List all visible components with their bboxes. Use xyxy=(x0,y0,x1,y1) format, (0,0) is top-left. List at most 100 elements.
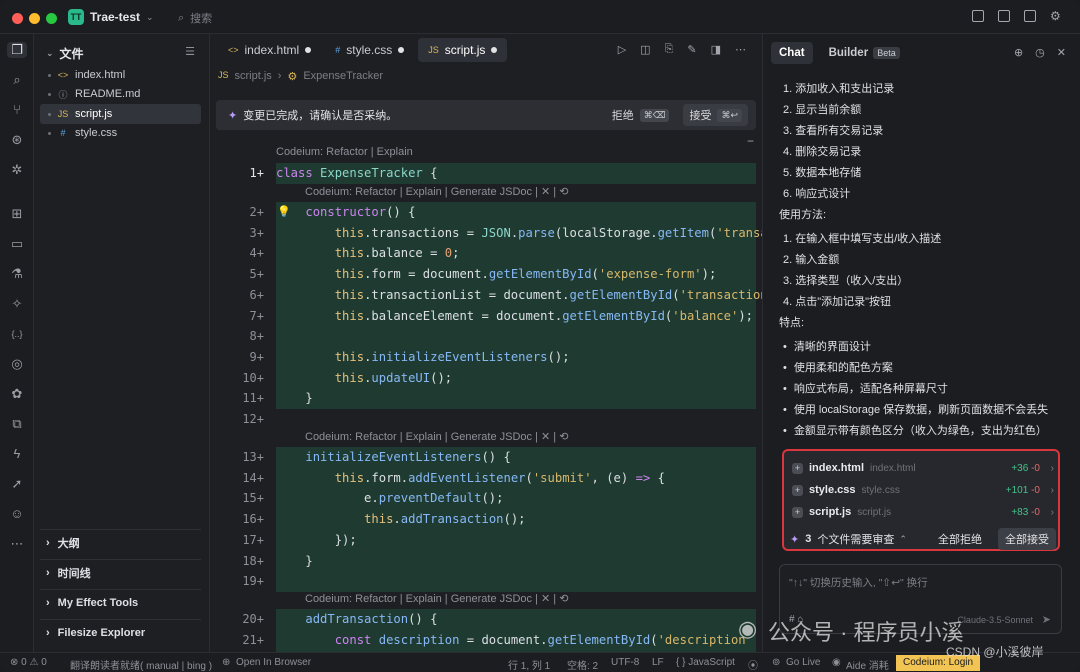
html-file-icon: <> xyxy=(57,70,69,80)
problems-indicator[interactable]: ⊗ 0 ⚠ 0 xyxy=(10,657,47,668)
breadcrumb-file[interactable]: script.js xyxy=(235,70,272,83)
aide-usage[interactable]: Aide 消耗 xyxy=(846,657,889,672)
more-actions-icon[interactable]: ⋯ xyxy=(735,43,746,56)
feature-item: 2. 显示当前余额 xyxy=(783,104,862,116)
chevron-down-icon[interactable]: ⌄ xyxy=(46,48,54,59)
project-switcher[interactable]: TT Trae-test ⌄ xyxy=(68,9,154,25)
line-number: 10+ xyxy=(242,370,264,385)
run-icon[interactable]: ▷ xyxy=(618,43,626,56)
deleted-lines: -0 xyxy=(1031,484,1040,496)
explorer-settings-icon[interactable]: ☰ xyxy=(185,45,195,58)
compare-icon[interactable]: ⎘ xyxy=(665,43,674,56)
open-browser-button[interactable]: Open In Browser xyxy=(236,657,311,668)
split-editor-icon[interactable]: ◨ xyxy=(711,43,721,56)
line-ending[interactable]: LF xyxy=(652,657,664,668)
toggle-panel-icon[interactable] xyxy=(998,10,1010,22)
lightning-icon[interactable]: ϟ xyxy=(9,446,25,462)
review-file-row[interactable]: + style.css style.css +101 -0 › xyxy=(792,481,1054,499)
plugin-icon[interactable]: ✿ xyxy=(9,386,25,402)
search-files-icon[interactable]: ⌕ xyxy=(9,72,25,88)
toggle-sidebar-icon[interactable] xyxy=(972,10,984,22)
tab-chat[interactable]: Chat xyxy=(771,42,813,64)
chevron-right-icon: › xyxy=(46,566,50,579)
close-window-button[interactable] xyxy=(12,13,23,24)
tool-icon[interactable]: ⧉ xyxy=(9,416,25,432)
review-label[interactable]: 个文件需要审查 xyxy=(817,531,894,547)
codelens[interactable]: Codeium: Refactor | Explain | Generate J… xyxy=(305,185,568,201)
edit-icon[interactable]: ✎ xyxy=(687,43,696,56)
extensions-icon[interactable]: ⊞ xyxy=(9,206,25,222)
toggle-aux-sidebar-icon[interactable] xyxy=(1024,10,1036,22)
rocket-icon[interactable]: ➚ xyxy=(9,476,25,492)
file-item[interactable]: ⓘ README.md xyxy=(40,84,201,104)
codelens[interactable]: Codeium: Refactor | Explain xyxy=(276,146,413,162)
codelens[interactable]: Codeium: Refactor | Explain | Generate J… xyxy=(305,592,568,608)
more-icon[interactable]: ⋯ xyxy=(9,536,25,552)
chevron-up-icon[interactable]: ⌃ xyxy=(899,534,907,545)
line-number: 9+ xyxy=(249,349,264,364)
line-number: 5+ xyxy=(249,267,264,282)
line-number: 8+ xyxy=(249,329,264,344)
review-file-name: index.html xyxy=(809,462,865,474)
effect-tools-section[interactable]: › My Effect Tools xyxy=(40,589,201,615)
file-item[interactable]: # style.css xyxy=(40,123,201,143)
code-line: this.updateUI(); xyxy=(334,370,453,385)
cursor-position[interactable]: 行 1, 列 1 xyxy=(508,657,550,672)
file-item[interactable]: JS script.js xyxy=(40,104,201,124)
tab-index-html[interactable]: <> index.html xyxy=(218,38,321,62)
tab-script-js[interactable]: JS script.js xyxy=(418,38,508,62)
reject-button[interactable]: 拒绝 ⌘⌫ xyxy=(606,104,676,126)
code-line: this.balance = 0; xyxy=(334,246,460,261)
minimize-window-button[interactable] xyxy=(29,13,40,24)
codeium-icon[interactable]: ◎ xyxy=(9,356,25,372)
file-item[interactable]: <> index.html xyxy=(40,65,201,85)
code-view[interactable]: Codeium: Refactor | Explain 1+ class Expe… xyxy=(210,142,768,652)
filesize-explorer-section[interactable]: › Filesize Explorer xyxy=(40,619,201,645)
ai-chat-panel: Chat Builder Beta ⊕ ◷ ✕ 1. 添加收入和支出记录 2. 显… xyxy=(762,34,1080,652)
search-icon: ⌕ xyxy=(178,11,185,24)
accept-button[interactable]: 接受 ⌘↩ xyxy=(683,104,748,126)
accept-shortcut: ⌘↩ xyxy=(717,108,742,122)
timeline-section[interactable]: › 时间线 xyxy=(40,559,201,585)
traits-title: 特点: xyxy=(779,317,805,329)
history-icon[interactable]: ◷ xyxy=(1035,46,1045,59)
status-message: 翻译朗读者就绪( manual | bing ) xyxy=(70,661,213,672)
indentation[interactable]: 空格: 2 xyxy=(567,657,598,672)
source-control-icon[interactable]: ⑂ xyxy=(9,102,25,118)
ai-icon[interactable]: ✧ xyxy=(9,296,25,312)
close-icon[interactable]: ✕ xyxy=(1057,46,1066,59)
code-line: } xyxy=(276,391,313,406)
maximize-window-button[interactable] xyxy=(46,13,57,24)
debug-icon[interactable]: ✲ xyxy=(9,162,25,178)
breadcrumb-symbol[interactable]: ExpenseTracker xyxy=(303,70,383,83)
settings-icon[interactable]: ⚙ xyxy=(1050,10,1062,22)
explorer-icon[interactable]: ❐ xyxy=(7,42,27,58)
new-chat-icon[interactable]: ⊕ xyxy=(1014,46,1023,59)
reject-all-button[interactable]: 全部拒绝 xyxy=(938,531,982,547)
preview-icon[interactable]: ▭ xyxy=(9,236,25,252)
open-preview-icon[interactable]: ◫ xyxy=(640,43,650,56)
language-mode[interactable]: { } JavaScript xyxy=(676,657,735,668)
go-live-button[interactable]: Go Live xyxy=(786,657,820,668)
robot-icon[interactable]: ☺ xyxy=(9,506,25,522)
tab-label: script.js xyxy=(444,43,486,57)
tab-builder[interactable]: Builder Beta xyxy=(821,42,908,64)
outline-section[interactable]: › 大纲 xyxy=(40,529,201,555)
js-file-icon: JS xyxy=(57,109,69,119)
model-selector[interactable]: Claude-3.5-Sonnet xyxy=(957,615,1033,625)
send-icon[interactable]: ➤ xyxy=(1042,613,1051,626)
encoding[interactable]: UTF-8 xyxy=(611,657,639,668)
review-file-row[interactable]: + script.js script.js +83 -0 › xyxy=(792,503,1054,521)
tab-style-css[interactable]: # style.css xyxy=(325,38,414,62)
json-icon[interactable]: {..} xyxy=(9,326,25,342)
section-title: 时间线 xyxy=(57,567,91,580)
global-search[interactable]: ⌕ 搜索 xyxy=(178,10,212,26)
line-number: 1+ xyxy=(249,166,264,180)
codelens[interactable]: Codeium: Refactor | Explain | Generate J… xyxy=(305,430,568,446)
remote-icon[interactable]: ⊛ xyxy=(9,132,25,148)
testing-icon[interactable]: ⚗ xyxy=(9,266,25,282)
accept-all-button[interactable]: 全部接受 xyxy=(998,528,1056,550)
review-file-row[interactable]: + index.html index.html +36 -0 › xyxy=(792,459,1054,477)
code-line: const description = document.getElementB… xyxy=(334,632,746,647)
project-name: Trae-test xyxy=(90,10,141,24)
